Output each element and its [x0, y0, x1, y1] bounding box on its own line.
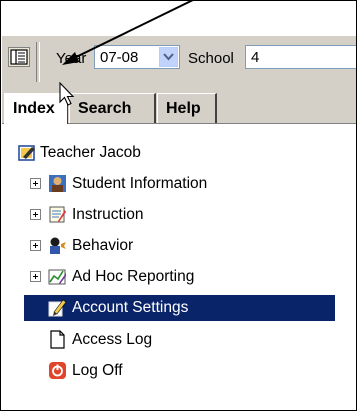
- annotation-arrow-icon: [62, 0, 194, 65]
- tree-item-student-information[interactable]: Student Information: [2, 171, 332, 197]
- tree-item-label: Behavior: [72, 237, 134, 254]
- logoff-icon: [49, 362, 66, 379]
- tree-item-label: Account Settings: [72, 299, 189, 316]
- teacher-icon: [18, 145, 35, 161]
- tree-root-label: Teacher Jacob: [40, 144, 141, 161]
- expand-icon[interactable]: [30, 271, 41, 282]
- tree-item-ad-hoc-reporting[interactable]: Ad Hoc Reporting: [2, 264, 302, 290]
- instruction-icon: [49, 206, 66, 223]
- tree-item-label: Ad Hoc Reporting: [72, 268, 195, 285]
- tab-bar: Index Search Help: [2, 89, 356, 124]
- expand-icon[interactable]: [30, 240, 41, 251]
- settings-icon: [48, 299, 67, 317]
- report-icon: [48, 269, 66, 285]
- tree-item-account-settings[interactable]: Account Settings: [24, 295, 335, 321]
- tab-index-label: Index: [13, 100, 55, 117]
- tree-root-teacher[interactable]: Teacher Jacob: [2, 140, 302, 166]
- tree-item-log-off[interactable]: Log Off: [24, 358, 304, 384]
- tree-item-label: Student Information: [72, 175, 208, 192]
- tree-item-label: Access Log: [72, 331, 153, 348]
- expand-icon[interactable]: [30, 209, 41, 220]
- mouse-cursor-icon: [59, 82, 75, 106]
- tree-item-instruction[interactable]: Instruction: [2, 202, 302, 228]
- tree-item-label: Log Off: [72, 362, 123, 379]
- document-icon: [50, 330, 65, 349]
- tab-search-label: Search: [78, 100, 132, 117]
- tree-item-label: Instruction: [72, 206, 144, 223]
- student-icon: [49, 175, 66, 192]
- expand-icon[interactable]: [30, 178, 41, 189]
- tab-help-label: Help: [166, 100, 201, 117]
- tab-help[interactable]: Help: [157, 93, 217, 123]
- tree-item-behavior[interactable]: Behavior: [2, 233, 302, 259]
- tab-search[interactable]: Search: [69, 93, 156, 123]
- tree-item-access-log[interactable]: Access Log: [24, 327, 304, 353]
- navigation-tree: Teacher Jacob Student Information Instru…: [2, 124, 356, 410]
- behavior-icon: [50, 237, 66, 254]
